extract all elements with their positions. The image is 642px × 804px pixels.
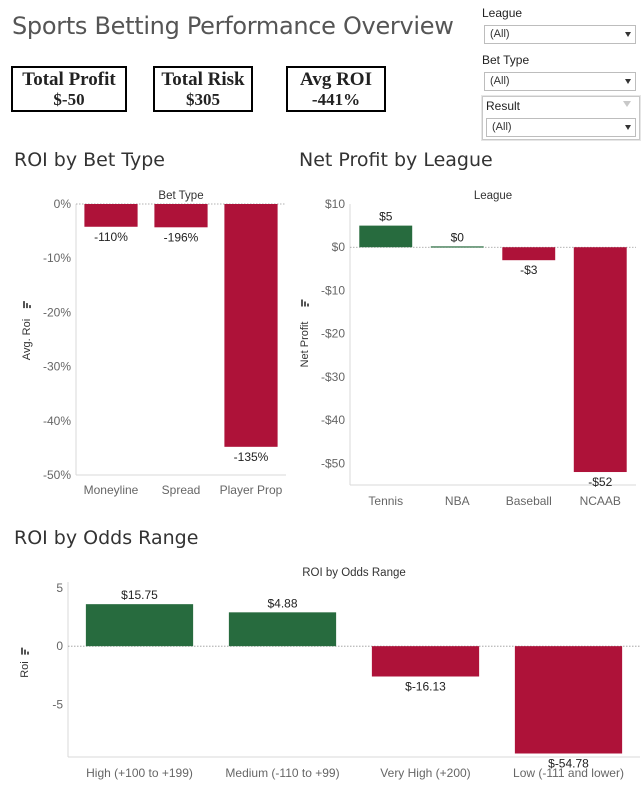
bet-type-filter-label: Bet Type	[482, 53, 530, 67]
roi-by-bet-type-title: ROI by Bet Type	[14, 149, 165, 171]
odds-range-value-label: $15.75	[121, 588, 158, 602]
odds-range-y-tick-label: 0	[56, 639, 63, 653]
chevron-down-icon	[625, 32, 631, 37]
league-filter-select[interactable]: (All)	[484, 25, 636, 44]
league-y-tick-label: -$10	[321, 283, 345, 297]
league-category-label: NBA	[445, 494, 470, 508]
bet-type-y-tick-label: -50%	[43, 468, 71, 482]
bet-type-filter-select[interactable]: (All)	[484, 72, 636, 91]
bet-type-y-tick-label: -20%	[43, 305, 71, 319]
sort-icon	[21, 647, 23, 655]
chevron-down-icon	[625, 79, 631, 84]
sort-icon-bar	[304, 301, 306, 307]
odds-range-category-label: High (+100 to +199)	[86, 766, 193, 780]
net-profit-by-league-chart: League $10 $0 -$10 -$20 -$30 -$40 -$50 Net Profi…	[299, 190, 636, 508]
sort-icon-bar	[307, 303, 309, 307]
league-y-tick-label: -$40	[321, 413, 345, 427]
bet-type-value-label: -196%	[164, 230, 199, 244]
bet-type-bar	[154, 204, 208, 228]
league-value-label: $0	[451, 230, 465, 244]
kpi-total-risk-label: Total Risk	[161, 69, 245, 90]
bet-type-bar	[84, 204, 138, 227]
league-value-label: $5	[379, 210, 393, 224]
odds-range-value-label: $-16.13	[405, 680, 446, 694]
sort-icon-bar	[24, 649, 26, 655]
league-bar	[573, 247, 627, 473]
league-y-tick-label: $10	[325, 197, 345, 211]
kpi-avg-roi-value: -441%	[311, 90, 361, 109]
odds-range-y-tick-label: 5	[56, 581, 63, 595]
league-filter-label: League	[482, 6, 523, 20]
filter-funnel-icon[interactable]	[623, 101, 631, 107]
roi-by-odds-range-title: ROI by Odds Range	[14, 527, 199, 549]
bet-type-category-label: Moneyline	[84, 483, 139, 497]
odds-range-bar	[85, 604, 194, 647]
league-y-tick-label: -$50	[321, 456, 345, 470]
sort-icon	[301, 299, 303, 307]
sort-icon-bar	[26, 303, 28, 309]
league-category-label: Tennis	[368, 494, 403, 508]
odds-range-category-label: Low (-111 and lower)	[513, 766, 624, 780]
odds-range-bar	[514, 646, 623, 754]
league-y-axis-title: Net Profit	[299, 322, 311, 368]
league-y-tick-label: -$30	[321, 370, 345, 384]
bet-type-y-tick-label: -10%	[43, 251, 71, 265]
bet-type-y-tick-label: -30%	[43, 360, 71, 374]
chevron-down-icon	[625, 125, 631, 130]
bet-type-bar	[224, 204, 278, 447]
kpi-total-risk: Total Risk $305	[153, 66, 253, 112]
kpi-total-risk-value: $305	[186, 90, 220, 109]
odds-range-header: ROI by Odds Range	[302, 567, 406, 579]
result-filter-select[interactable]: (All)	[486, 118, 636, 137]
bet-type-category-label: Player Prop	[220, 483, 283, 497]
bet-type-y-axis-title: Avg. Roi	[21, 319, 33, 360]
league-filter-value: (All)	[490, 28, 510, 40]
league-category-label: Baseball	[506, 494, 552, 508]
dashboard-title: Sports Betting Performance Overview	[12, 12, 454, 40]
odds-range-category-label: Medium (-110 to +99)	[225, 766, 339, 780]
odds-range-y-tick-label: -5	[52, 698, 63, 712]
odds-range-value-label: $4.88	[267, 596, 297, 610]
league-y-tick-label: $0	[332, 240, 346, 254]
odds-range-category-label: Very High (+200)	[380, 766, 470, 780]
bet-type-filter-value: (All)	[490, 75, 510, 87]
league-category-label: NCAAB	[580, 494, 621, 508]
odds-range-bar	[371, 646, 480, 677]
kpi-total-profit: Total Profit $-50	[11, 66, 127, 112]
roi-by-odds-range-chart: ROI by Odds Range 5 0 -5 Roi $15.75 High (+100…	[19, 567, 640, 780]
league-value-label: -$3	[520, 263, 538, 277]
kpi-avg-roi-label: Avg ROI	[300, 69, 372, 90]
bet-type-y-tick-label: -40%	[43, 414, 71, 428]
league-bar	[430, 246, 484, 248]
roi-by-bet-type-chart: Bet Type 0% -10% -20% -30% -40% -50% Avg. Roi -1…	[21, 190, 286, 497]
kpi-total-profit-label: Total Profit	[22, 69, 116, 90]
sort-icon-bar	[29, 305, 31, 309]
kpi-total-profit-value: $-50	[53, 90, 85, 109]
odds-range-y-axis-title: Roi	[19, 661, 31, 678]
kpi-avg-roi: Avg ROI -441%	[286, 66, 386, 112]
league-header: League	[474, 190, 512, 202]
bet-type-value-label: -135%	[234, 450, 269, 464]
bet-type-header: Bet Type	[158, 190, 203, 202]
bet-type-value-label: -110%	[94, 230, 128, 244]
bet-type-category-label: Spread	[162, 483, 201, 497]
league-bar	[502, 247, 556, 261]
bet-type-y-tick-label: 0%	[54, 197, 72, 211]
league-value-label: -$52	[588, 475, 612, 489]
net-profit-by-league-title: Net Profit by League	[299, 149, 493, 171]
odds-range-bar	[228, 612, 337, 647]
sort-icon-bar	[27, 651, 29, 655]
result-filter-value: (All)	[492, 121, 512, 133]
league-bar	[359, 225, 413, 248]
sort-icon	[23, 301, 25, 309]
league-y-tick-label: -$20	[321, 327, 345, 341]
result-filter-label: Result	[486, 99, 521, 113]
